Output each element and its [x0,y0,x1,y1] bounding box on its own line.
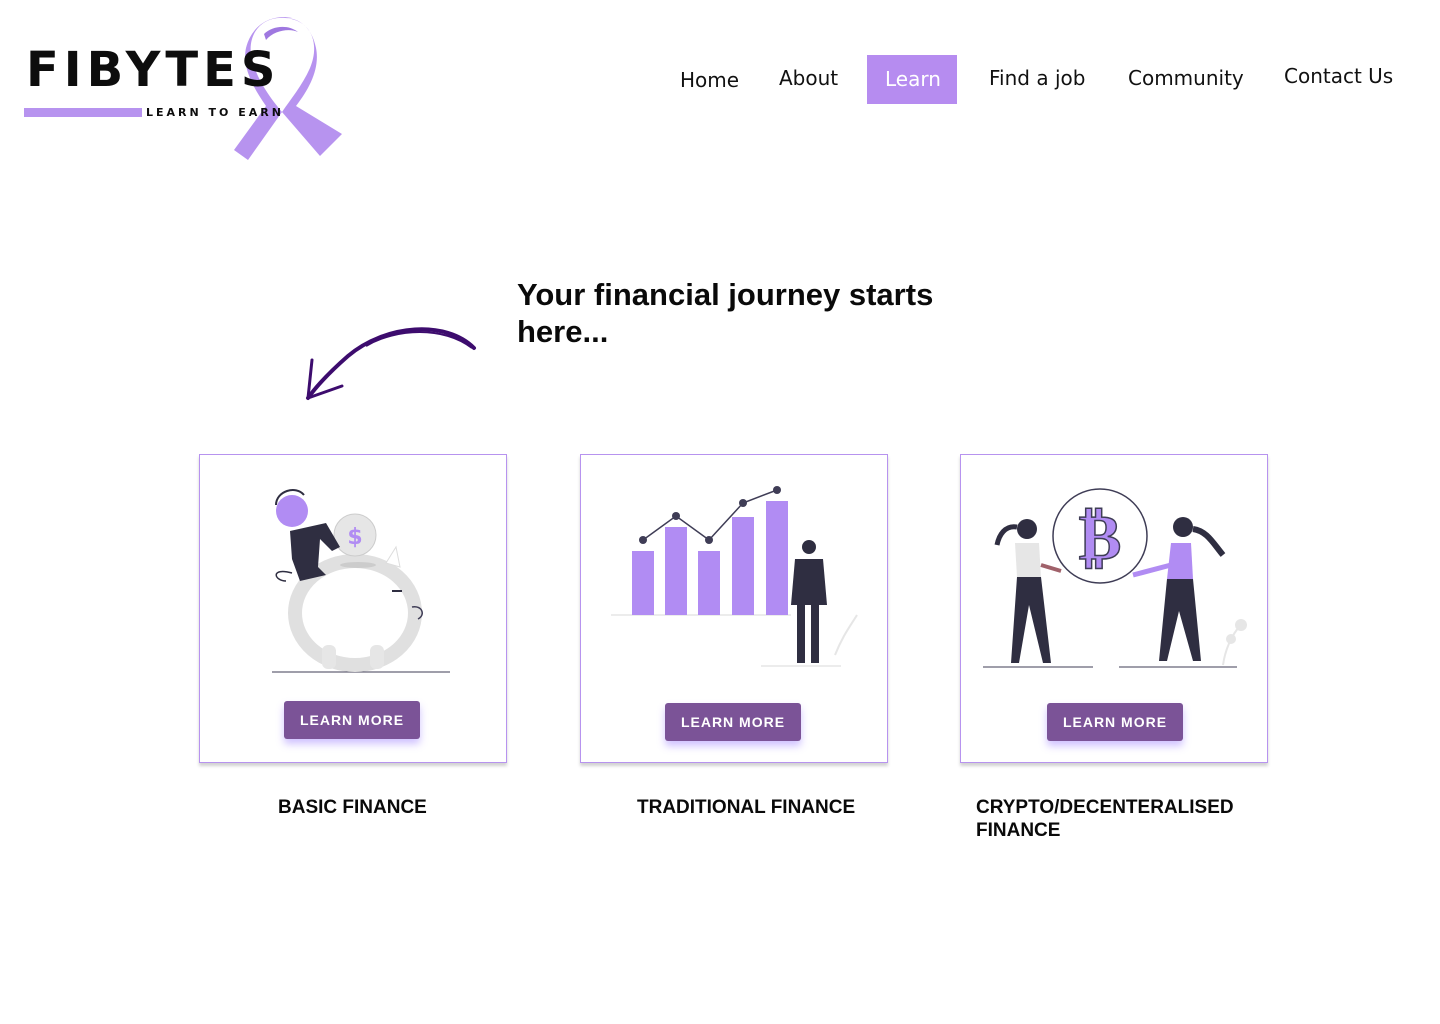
piggy-bank-illustration: $ [272,489,450,673]
learn-more-button[interactable]: LEARN MORE [665,703,801,741]
card-basic-finance: $ LEARN MORE [199,454,507,763]
card-label-traditional-finance: TRADITIONAL FINANCE [637,797,856,818]
curved-arrow-icon [306,327,476,400]
nav-contact-us[interactable]: Contact Us [1284,66,1393,86]
nav-about[interactable]: About [779,68,838,88]
card-label-basic-finance: BASIC FINANCE [278,797,427,818]
card-traditional-finance: LEARN MORE [580,454,888,763]
main-nav: Home About Learn Find a job Community Co… [0,0,1440,140]
bar-chart-illustration [611,486,858,667]
svg-text:$: $ [347,525,362,550]
card-crypto-finance: ₿ LEARN MORE [960,454,1268,763]
nav-home[interactable]: Home [680,70,739,90]
learn-more-button[interactable]: LEARN MORE [284,701,420,739]
bitcoin-exchange-illustration: ₿ [983,488,1247,668]
learn-more-button[interactable]: LEARN MORE [1047,703,1183,741]
nav-community[interactable]: Community [1128,68,1244,88]
svg-text:₿: ₿ [1079,501,1122,575]
card-label-crypto-finance: CRYPTO/DECENTERALISED FINANCE [976,797,1234,841]
nav-find-a-job[interactable]: Find a job [989,68,1085,88]
hero-title: Your financial journey starts here... [517,277,934,349]
nav-learn[interactable]: Learn [867,55,957,104]
